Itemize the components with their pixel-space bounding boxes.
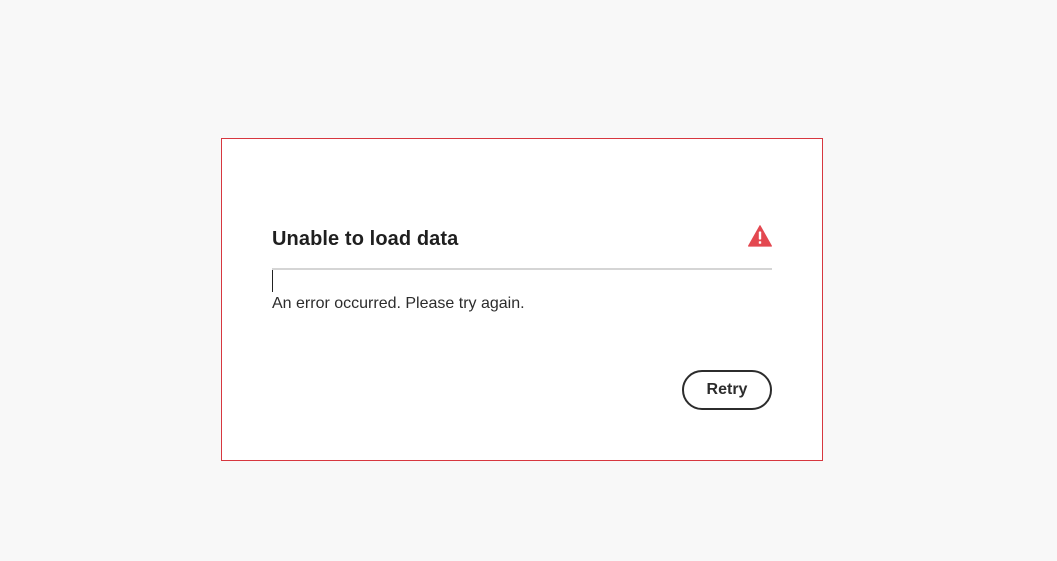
retry-button[interactable]: Retry <box>682 370 772 410</box>
dialog-title: Unable to load data <box>272 228 459 250</box>
header-divider <box>272 268 772 270</box>
text-cursor <box>272 270 273 292</box>
warning-icon <box>748 225 772 247</box>
error-dialog: Unable to load data An error occurred. P… <box>221 138 823 461</box>
error-message: An error occurred. Please try again. <box>272 295 525 312</box>
dialog-header: Unable to load data <box>272 225 772 257</box>
